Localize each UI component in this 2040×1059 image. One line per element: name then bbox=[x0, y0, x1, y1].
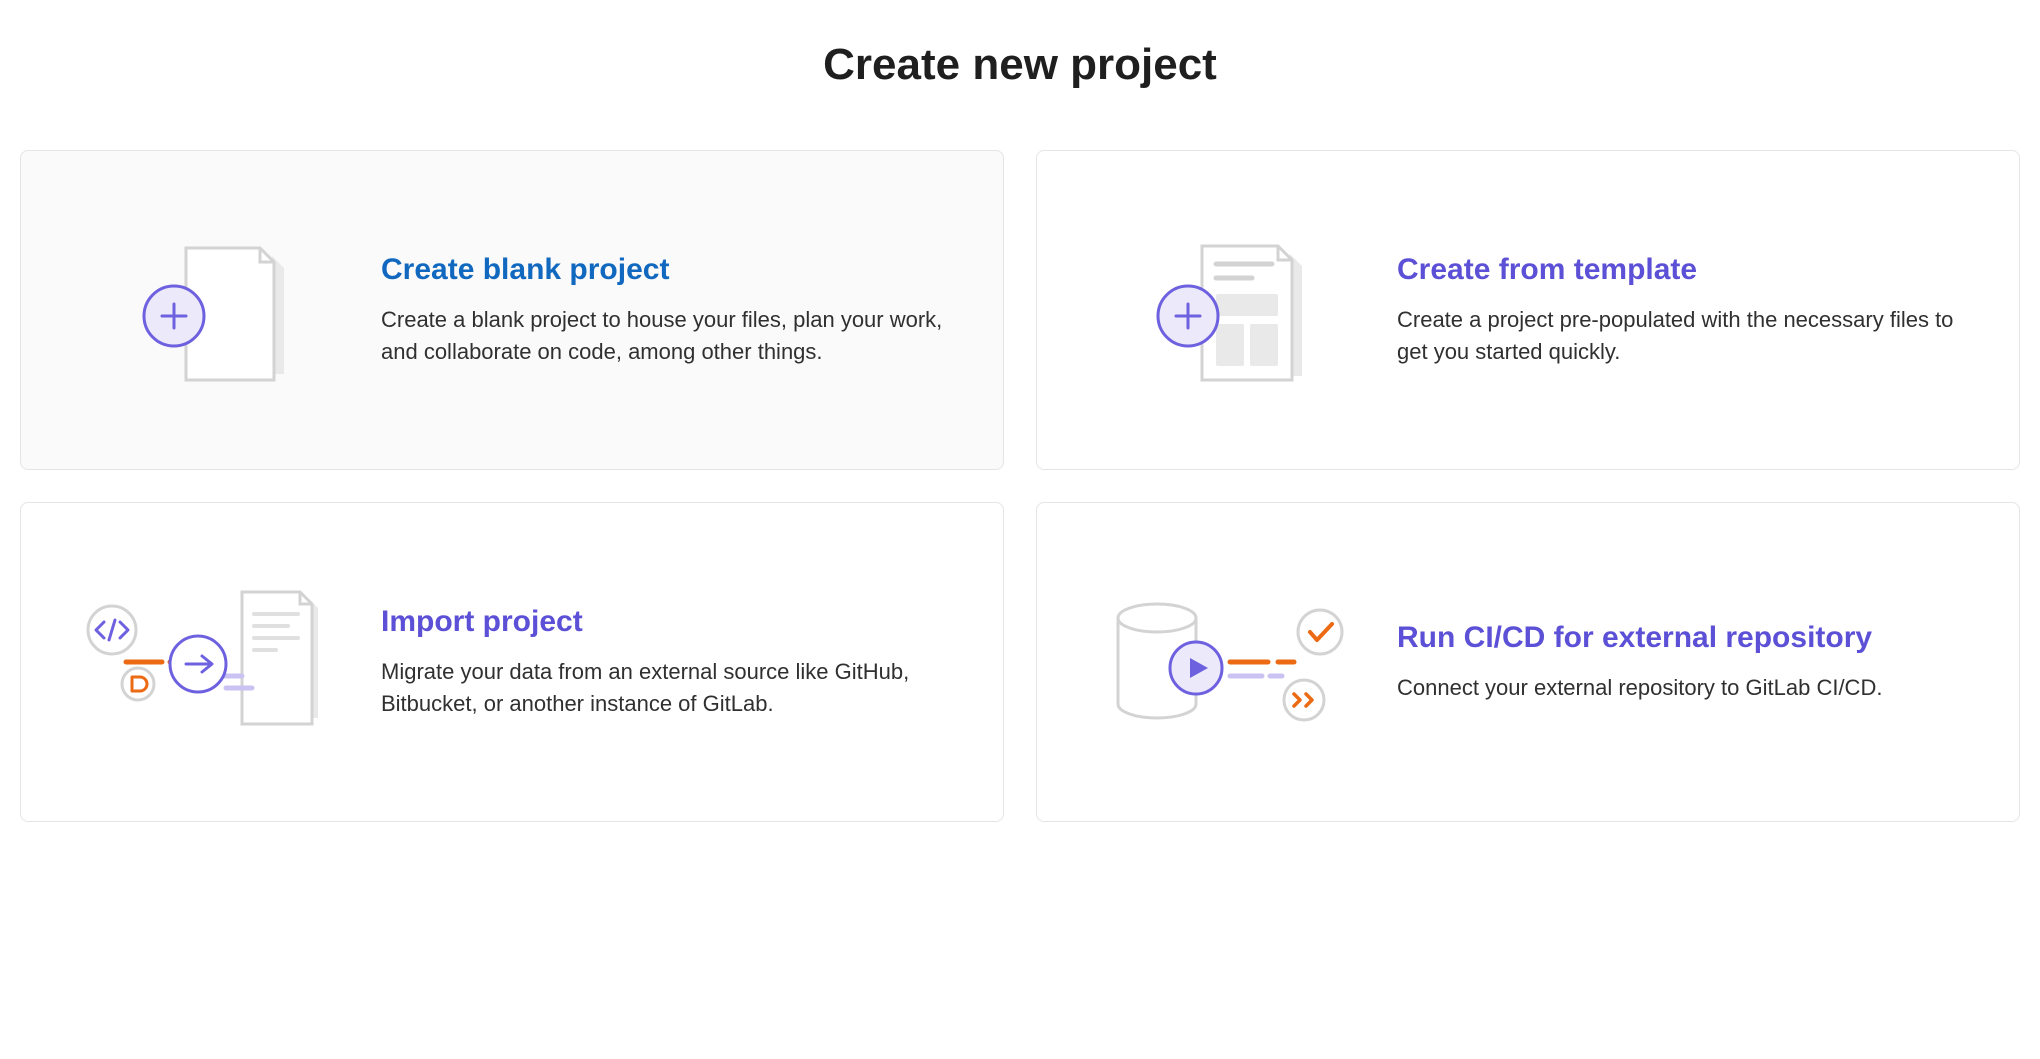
page-title: Create new project bbox=[20, 40, 2020, 90]
cicd-illustration bbox=[1077, 557, 1387, 767]
card-title-blank: Create blank project bbox=[381, 252, 953, 288]
project-options-grid: Create blank project Create a blank proj… bbox=[20, 150, 2020, 822]
card-run-cicd-external[interactable]: Run CI/CD for external repository Connec… bbox=[1036, 502, 2020, 822]
card-import-project[interactable]: Import project Migrate your data from an… bbox=[20, 502, 1004, 822]
card-text: Create from template Create a project pr… bbox=[1387, 252, 1969, 368]
card-description-cicd: Connect your external repository to GitL… bbox=[1397, 672, 1969, 704]
card-create-blank-project[interactable]: Create blank project Create a blank proj… bbox=[20, 150, 1004, 470]
blank-project-illustration bbox=[61, 205, 371, 415]
card-description-import: Migrate your data from an external sourc… bbox=[381, 656, 953, 720]
card-description-template: Create a project pre-populated with the … bbox=[1397, 304, 1969, 368]
import-illustration bbox=[61, 557, 371, 767]
card-text: Run CI/CD for external repository Connec… bbox=[1387, 620, 1969, 704]
card-text: Import project Migrate your data from an… bbox=[371, 604, 953, 720]
card-title-cicd: Run CI/CD for external repository bbox=[1397, 620, 1969, 656]
card-create-from-template[interactable]: Create from template Create a project pr… bbox=[1036, 150, 2020, 470]
card-title-template: Create from template bbox=[1397, 252, 1969, 288]
create-project-page: Create new project Create blank project … bbox=[0, 0, 2040, 882]
card-description-blank: Create a blank project to house your fil… bbox=[381, 304, 953, 368]
template-illustration bbox=[1077, 205, 1387, 415]
card-text: Create blank project Create a blank proj… bbox=[371, 252, 953, 368]
card-title-import: Import project bbox=[381, 604, 953, 640]
